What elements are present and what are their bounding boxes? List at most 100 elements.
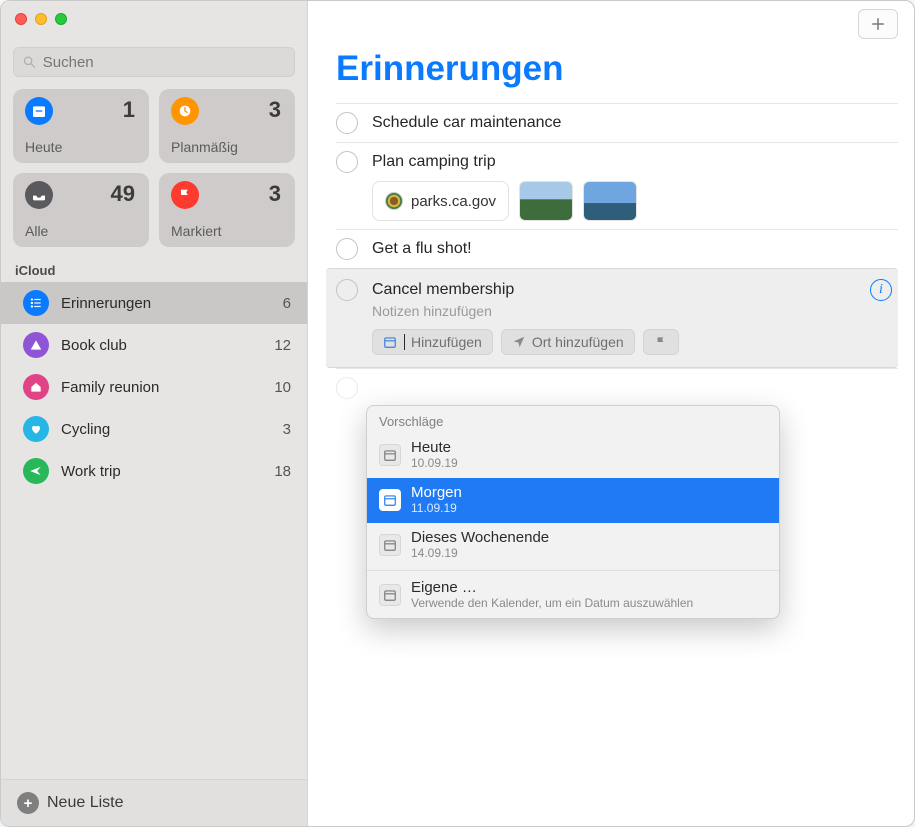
minimize-window-button[interactable] [35, 13, 47, 25]
quick-edit-pills: Hinzufügen Ort hinzufügen [372, 329, 888, 355]
smart-list-today[interactable]: 1 Heute [13, 89, 149, 163]
reminder-item[interactable]: Schedule car maintenance [336, 103, 898, 142]
list-name: Cycling [61, 421, 283, 438]
plus-circle-icon: + [17, 792, 39, 814]
list-row-family-reunion[interactable]: Family reunion 10 [1, 366, 307, 408]
list-row-reminders[interactable]: Erinnerungen 6 [1, 282, 307, 324]
notes-placeholder[interactable]: Notizen hinzufügen [372, 303, 888, 319]
list-row-cycling[interactable]: Cycling 3 [1, 408, 307, 450]
search-field[interactable] [13, 47, 295, 77]
suggestion-this-weekend[interactable]: Dieses Wochenende 14.09.19 [367, 523, 779, 568]
suggestion-title: Heute [411, 439, 458, 456]
new-list-button[interactable]: + Neue Liste [1, 779, 307, 826]
search-icon [22, 54, 37, 70]
suggestion-today[interactable]: Heute 10.09.19 [367, 433, 779, 478]
smart-list-label: Markiert [171, 223, 222, 239]
url-label: parks.ca.gov [411, 193, 496, 210]
app-window: 1 Heute 3 Planmäßig 49 Alle [0, 0, 915, 827]
complete-checkbox[interactable] [336, 238, 358, 260]
suggestion-subtitle: 11.09.19 [411, 501, 462, 515]
list-count: 10 [274, 379, 291, 396]
tent-icon [23, 332, 49, 358]
date-suggestions-popover: Vorschläge Heute 10.09.19 Morgen 11.09.1… [366, 405, 780, 619]
toolbar [308, 1, 914, 47]
flag-pill[interactable] [643, 329, 679, 355]
calendar-icon [383, 335, 397, 349]
url-attachment[interactable]: parks.ca.gov [372, 181, 509, 221]
location-arrow-icon [512, 335, 526, 349]
list-bullets-icon [23, 290, 49, 316]
suggestion-subtitle: Verwende den Kalender, um ein Datum ausz… [411, 596, 693, 610]
image-attachment[interactable] [519, 181, 573, 221]
airplane-icon [23, 458, 49, 484]
reminder-item[interactable]: Plan camping trip parks.ca.gov [336, 142, 898, 229]
house-icon [23, 374, 49, 400]
add-location-label: Ort hinzufügen [532, 334, 624, 350]
list-row-work-trip[interactable]: Work trip 18 [1, 450, 307, 492]
calendar-today-icon [25, 97, 53, 125]
smart-list-label: Heute [25, 139, 62, 155]
list-name: Work trip [61, 463, 274, 480]
fullscreen-window-button[interactable] [55, 13, 67, 25]
reminder-title: Cancel membership [372, 281, 514, 299]
reminder-title: Plan camping trip [372, 153, 496, 171]
section-header-icloud: iCloud [1, 259, 307, 282]
list-name: Erinnerungen [61, 295, 283, 312]
add-location-pill[interactable]: Ort hinzufügen [501, 329, 635, 355]
reminder-item-empty[interactable] [336, 368, 898, 408]
list-row-book-club[interactable]: Book club 12 [1, 324, 307, 366]
suggestion-title: Morgen [411, 484, 462, 501]
add-date-label: Hinzufügen [411, 334, 482, 350]
smart-list-flagged[interactable]: 3 Markiert [159, 173, 295, 247]
favicon-icon [385, 192, 403, 210]
popover-header: Vorschläge [367, 406, 779, 433]
calendar-icon [379, 534, 401, 556]
list-name: Book club [61, 337, 274, 354]
calendar-icon [379, 489, 401, 511]
divider [367, 570, 779, 571]
sidebar: 1 Heute 3 Planmäßig 49 Alle [1, 1, 308, 826]
smart-list-count: 3 [269, 181, 281, 207]
smart-list-count: 49 [111, 181, 135, 207]
add-reminder-button[interactable] [858, 9, 898, 39]
complete-checkbox[interactable] [336, 279, 358, 301]
search-input[interactable] [43, 54, 286, 71]
smart-list-count: 3 [269, 97, 281, 123]
suggestion-title: Dieses Wochenende [411, 529, 549, 546]
list-title: Erinnerungen [308, 47, 914, 103]
attachments: parks.ca.gov [372, 181, 898, 221]
calendar-icon [379, 444, 401, 466]
smart-list-all[interactable]: 49 Alle [13, 173, 149, 247]
list-count: 6 [283, 295, 291, 312]
inbox-icon [25, 181, 53, 209]
list-count: 12 [274, 337, 291, 354]
close-window-button[interactable] [15, 13, 27, 25]
plus-icon [869, 15, 887, 33]
image-attachment[interactable] [583, 181, 637, 221]
complete-checkbox[interactable] [336, 377, 358, 399]
smart-lists-grid: 1 Heute 3 Planmäßig 49 Alle [1, 89, 307, 259]
lists: Erinnerungen 6 Book club 12 Family reuni… [1, 282, 307, 779]
reminder-item-editing[interactable]: i Cancel membership Notizen hinzufügen H… [326, 268, 898, 368]
list-name: Family reunion [61, 379, 274, 396]
info-button[interactable]: i [870, 279, 892, 301]
clock-icon [171, 97, 199, 125]
reminders-list: Schedule car maintenance Plan camping tr… [308, 103, 914, 408]
flag-icon [654, 335, 668, 349]
smart-list-label: Planmäßig [171, 139, 238, 155]
list-count: 18 [274, 463, 291, 480]
suggestion-custom[interactable]: Eigene … Verwende den Kalender, um ein D… [367, 573, 779, 618]
smart-list-scheduled[interactable]: 3 Planmäßig [159, 89, 295, 163]
flag-icon [171, 181, 199, 209]
add-date-pill[interactable]: Hinzufügen [372, 329, 493, 355]
new-list-label: Neue Liste [47, 794, 124, 812]
list-count: 3 [283, 421, 291, 438]
suggestion-title: Eigene … [411, 579, 693, 596]
complete-checkbox[interactable] [336, 112, 358, 134]
reminder-item[interactable]: Get a flu shot! [336, 229, 898, 268]
suggestion-subtitle: 14.09.19 [411, 546, 549, 560]
smart-list-label: Alle [25, 223, 48, 239]
heart-icon [23, 416, 49, 442]
suggestion-tomorrow[interactable]: Morgen 11.09.19 [367, 478, 779, 523]
complete-checkbox[interactable] [336, 151, 358, 173]
